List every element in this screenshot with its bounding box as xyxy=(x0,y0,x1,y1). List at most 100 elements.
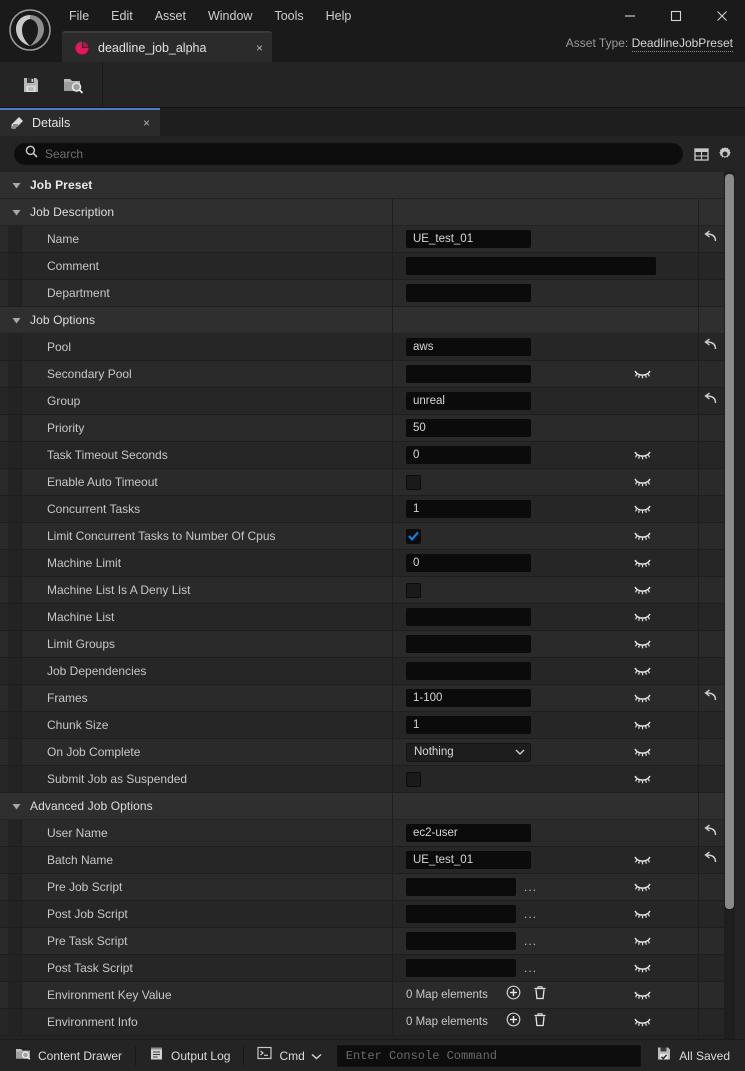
reset-to-default-icon[interactable] xyxy=(703,824,717,842)
eye-closed-icon[interactable] xyxy=(630,577,654,603)
menu-tools[interactable]: Tools xyxy=(263,4,314,28)
text-field[interactable]: 50 xyxy=(406,419,531,437)
text-field[interactable] xyxy=(406,257,656,275)
eye-closed-icon[interactable] xyxy=(630,442,654,468)
output-log-button[interactable]: Output Log xyxy=(140,1044,239,1068)
text-field[interactable]: unreal xyxy=(406,392,531,410)
menu-edit[interactable]: Edit xyxy=(100,4,144,28)
asset-type-link[interactable]: DeadlineJobPreset xyxy=(632,36,733,52)
text-field[interactable]: 0 xyxy=(406,554,531,572)
all-saved-button[interactable]: All Saved xyxy=(647,1044,739,1068)
eye-closed-icon[interactable] xyxy=(630,766,654,792)
column-divider-right xyxy=(698,307,699,333)
text-field[interactable]: 1 xyxy=(406,716,531,734)
text-field[interactable] xyxy=(406,365,531,383)
property-row: Department xyxy=(0,280,733,307)
text-field[interactable]: UE_test_01 xyxy=(406,851,531,869)
browse-ellipsis-button[interactable]: ... xyxy=(524,910,537,918)
reset-to-default-icon[interactable] xyxy=(703,689,717,707)
checkbox[interactable] xyxy=(406,772,421,787)
text-field[interactable]: ec2-user xyxy=(406,824,531,842)
eye-closed-icon[interactable] xyxy=(630,874,654,900)
reset-to-default-icon[interactable] xyxy=(703,338,717,356)
delete-element-icon[interactable] xyxy=(533,1012,547,1032)
category-row[interactable]: Advanced Job Options xyxy=(0,793,733,820)
tab-details[interactable]: Details × xyxy=(0,108,160,136)
settings-gear-icon[interactable] xyxy=(713,142,737,166)
text-field[interactable] xyxy=(406,662,531,680)
add-element-icon[interactable] xyxy=(506,985,521,1005)
eye-closed-icon[interactable] xyxy=(630,685,654,711)
browse-ellipsis-button[interactable]: ... xyxy=(524,937,537,945)
category-row[interactable]: Job Preset xyxy=(0,172,733,199)
path-field[interactable] xyxy=(406,905,516,923)
text-field[interactable]: 0 xyxy=(406,446,531,464)
text-field[interactable] xyxy=(406,284,531,302)
reset-to-default-icon[interactable] xyxy=(703,230,717,248)
category-row[interactable]: Job Description xyxy=(0,199,733,226)
eye-closed-icon[interactable] xyxy=(630,1009,654,1035)
eye-closed-icon[interactable] xyxy=(630,631,654,657)
asset-tab[interactable]: deadline_job_alpha × xyxy=(62,31,272,62)
cmd-selector-button[interactable]: Cmd xyxy=(248,1044,330,1068)
reset-to-default-icon[interactable] xyxy=(703,392,717,410)
search-input[interactable]: Search xyxy=(14,143,683,165)
property-scrollbar[interactable] xyxy=(724,172,735,1039)
checkbox[interactable] xyxy=(406,529,421,544)
content-drawer-button[interactable]: Content Drawer xyxy=(6,1044,131,1068)
delete-element-icon[interactable] xyxy=(533,985,547,1005)
details-tab-close-icon[interactable]: × xyxy=(117,116,150,130)
text-field[interactable]: UE_test_01 xyxy=(406,230,531,248)
menu-window[interactable]: Window xyxy=(197,4,263,28)
eye-closed-icon[interactable] xyxy=(630,550,654,576)
path-field[interactable] xyxy=(406,878,516,896)
expand-arrow-icon[interactable] xyxy=(8,316,24,325)
save-button[interactable] xyxy=(10,66,52,104)
eye-closed-icon[interactable] xyxy=(630,469,654,495)
eye-closed-icon[interactable] xyxy=(630,496,654,522)
reset-to-default-icon[interactable] xyxy=(703,851,717,869)
category-row[interactable]: Job Options xyxy=(0,307,733,334)
menu-help[interactable]: Help xyxy=(315,4,363,28)
eye-closed-icon[interactable] xyxy=(630,712,654,738)
text-field[interactable]: 1-100 xyxy=(406,689,531,707)
column-divider[interactable] xyxy=(392,199,393,225)
path-field[interactable] xyxy=(406,932,516,950)
expand-arrow-icon[interactable] xyxy=(8,208,24,217)
eye-closed-icon[interactable] xyxy=(630,955,654,981)
eye-closed-icon[interactable] xyxy=(630,658,654,684)
checkbox[interactable] xyxy=(406,475,421,490)
expand-arrow-icon[interactable] xyxy=(8,802,24,811)
browse-ellipsis-button[interactable]: ... xyxy=(524,964,537,972)
eye-closed-icon[interactable] xyxy=(630,523,654,549)
eye-closed-icon[interactable] xyxy=(630,847,654,873)
menu-asset[interactable]: Asset xyxy=(144,4,197,28)
scrollbar-thumb[interactable] xyxy=(725,174,734,909)
eye-closed-icon[interactable] xyxy=(630,739,654,765)
checkbox[interactable] xyxy=(406,583,421,598)
close-button[interactable] xyxy=(699,0,745,32)
dropdown[interactable]: Nothing xyxy=(406,743,531,762)
text-field[interactable]: 1 xyxy=(406,500,531,518)
eye-closed-icon[interactable] xyxy=(630,928,654,954)
column-divider[interactable] xyxy=(392,307,393,333)
path-field[interactable] xyxy=(406,959,516,977)
expand-arrow-icon[interactable] xyxy=(8,181,24,190)
asset-tab-close-icon[interactable]: × xyxy=(234,42,263,54)
add-element-icon[interactable] xyxy=(506,1012,521,1032)
text-field[interactable]: aws xyxy=(406,338,531,356)
minimize-button[interactable] xyxy=(607,0,653,32)
text-field[interactable] xyxy=(406,608,531,626)
column-view-button[interactable] xyxy=(689,142,713,166)
console-command-input[interactable]: Enter Console Command xyxy=(337,1045,642,1067)
browse-button[interactable] xyxy=(52,66,94,104)
browse-ellipsis-button[interactable]: ... xyxy=(524,883,537,891)
menu-file[interactable]: File xyxy=(58,4,100,28)
maximize-button[interactable] xyxy=(653,0,699,32)
eye-closed-icon[interactable] xyxy=(630,901,654,927)
text-field[interactable] xyxy=(406,635,531,653)
column-divider[interactable] xyxy=(392,793,393,819)
eye-closed-icon[interactable] xyxy=(630,604,654,630)
eye-closed-icon[interactable] xyxy=(630,361,654,387)
eye-closed-icon[interactable] xyxy=(630,982,654,1008)
